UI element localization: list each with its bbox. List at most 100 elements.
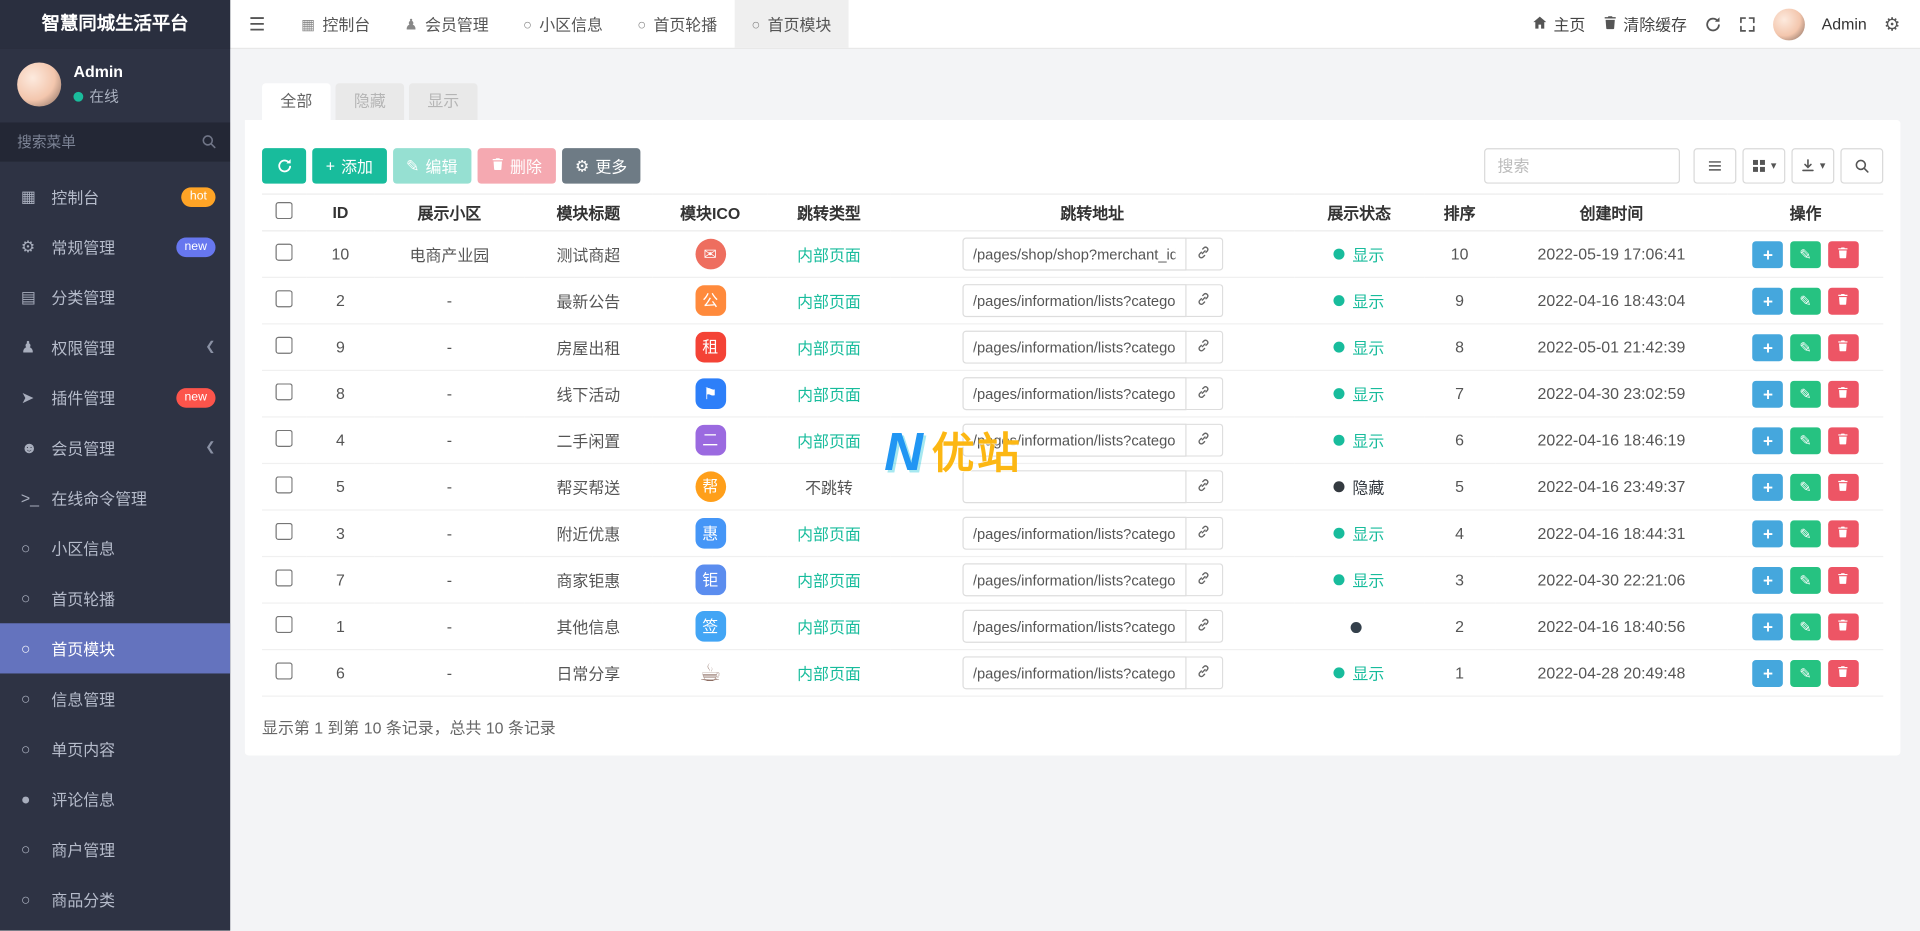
row-add-button[interactable]: + bbox=[1753, 427, 1784, 454]
column-header[interactable]: 展示状态 bbox=[1294, 194, 1424, 231]
row-checkbox[interactable] bbox=[276, 430, 293, 447]
sidebar-item[interactable]: >_ 在线命令管理 bbox=[0, 473, 230, 523]
link-button[interactable] bbox=[1186, 377, 1223, 410]
row-edit-button[interactable]: ✎ bbox=[1790, 520, 1821, 547]
topbar-tab[interactable]: ○ 首页轮播 bbox=[620, 0, 734, 48]
jump-url-input[interactable] bbox=[962, 610, 1186, 643]
more-button[interactable]: ⚙ 更多 bbox=[561, 148, 640, 184]
row-delete-button[interactable] bbox=[1828, 241, 1859, 268]
jump-url-input[interactable] bbox=[962, 377, 1186, 410]
row-edit-button[interactable]: ✎ bbox=[1790, 334, 1821, 361]
filter-tab[interactable]: 显示 bbox=[409, 83, 478, 120]
jump-url-input[interactable] bbox=[962, 424, 1186, 457]
row-add-button[interactable]: + bbox=[1753, 241, 1784, 268]
topbar-tab[interactable]: ○ 首页模块 bbox=[734, 0, 848, 48]
search-toggle-button[interactable] bbox=[1840, 148, 1883, 184]
add-button[interactable]: + 添加 bbox=[312, 148, 386, 184]
link-button[interactable] bbox=[1186, 238, 1223, 271]
refresh-icon[interactable] bbox=[1704, 15, 1721, 32]
column-header[interactable]: 操作 bbox=[1728, 194, 1884, 231]
jump-url-input[interactable] bbox=[962, 517, 1186, 550]
column-header[interactable]: 排序 bbox=[1424, 194, 1495, 231]
admin-menu[interactable]: Admin bbox=[1822, 15, 1867, 33]
row-delete-button[interactable] bbox=[1828, 659, 1859, 686]
jump-url-input[interactable] bbox=[962, 238, 1186, 271]
menu-search-input[interactable] bbox=[0, 122, 230, 161]
row-edit-button[interactable]: ✎ bbox=[1790, 427, 1821, 454]
link-button[interactable] bbox=[1186, 656, 1223, 689]
row-edit-button[interactable]: ✎ bbox=[1790, 473, 1821, 500]
columns-dropdown-button[interactable]: ▾ bbox=[1742, 148, 1785, 184]
row-edit-button[interactable]: ✎ bbox=[1790, 380, 1821, 407]
select-all-checkbox[interactable] bbox=[276, 202, 293, 219]
row-checkbox[interactable] bbox=[276, 662, 293, 679]
link-button[interactable] bbox=[1186, 563, 1223, 596]
row-add-button[interactable]: + bbox=[1753, 380, 1784, 407]
sidebar-item[interactable]: ○ 小区信息 bbox=[0, 523, 230, 573]
row-add-button[interactable]: + bbox=[1753, 613, 1784, 640]
row-edit-button[interactable]: ✎ bbox=[1790, 241, 1821, 268]
row-delete-button[interactable] bbox=[1828, 380, 1859, 407]
row-delete-button[interactable] bbox=[1828, 287, 1859, 314]
admin-avatar[interactable] bbox=[1773, 8, 1805, 40]
column-header[interactable]: 模块ICO bbox=[653, 194, 768, 231]
column-header[interactable]: 跳转地址 bbox=[890, 194, 1294, 231]
link-button[interactable] bbox=[1186, 284, 1223, 317]
sidebar-item[interactable]: ○ 商品分类 bbox=[0, 874, 230, 924]
row-edit-button[interactable]: ✎ bbox=[1790, 659, 1821, 686]
row-add-button[interactable]: + bbox=[1753, 520, 1784, 547]
row-delete-button[interactable] bbox=[1828, 334, 1859, 361]
sidebar-item[interactable]: ♟ 权限管理 ❮ bbox=[0, 322, 230, 372]
home-link[interactable]: 主页 bbox=[1531, 12, 1585, 35]
refresh-button[interactable] bbox=[262, 148, 306, 184]
link-button[interactable] bbox=[1186, 424, 1223, 457]
row-add-button[interactable]: + bbox=[1753, 566, 1784, 593]
column-header[interactable]: ID bbox=[306, 194, 375, 231]
sidebar-toggle-button[interactable]: ☰ bbox=[230, 0, 284, 48]
sidebar-item[interactable]: ○ 信息管理 bbox=[0, 673, 230, 723]
row-checkbox[interactable] bbox=[276, 244, 293, 261]
jump-url-input[interactable] bbox=[962, 284, 1186, 317]
filter-tab[interactable]: 隐藏 bbox=[336, 83, 405, 120]
row-add-button[interactable]: + bbox=[1753, 473, 1784, 500]
jump-url-input[interactable] bbox=[962, 656, 1186, 689]
sidebar-item[interactable]: ○ 首页轮播 bbox=[0, 573, 230, 623]
row-delete-button[interactable] bbox=[1828, 566, 1859, 593]
sidebar-item[interactable]: ● 评论信息 bbox=[0, 774, 230, 824]
link-button[interactable] bbox=[1186, 331, 1223, 364]
toggle-search-view-button[interactable] bbox=[1693, 148, 1736, 184]
row-add-button[interactable]: + bbox=[1753, 334, 1784, 361]
row-delete-button[interactable] bbox=[1828, 613, 1859, 640]
sidebar-item[interactable]: ▤ 分类管理 bbox=[0, 272, 230, 322]
table-search-input[interactable] bbox=[1484, 148, 1680, 184]
row-add-button[interactable]: + bbox=[1753, 287, 1784, 314]
column-header[interactable]: 创建时间 bbox=[1495, 194, 1728, 231]
row-add-button[interactable]: + bbox=[1753, 659, 1784, 686]
link-button[interactable] bbox=[1186, 470, 1223, 503]
row-delete-button[interactable] bbox=[1828, 427, 1859, 454]
fullscreen-icon[interactable] bbox=[1738, 15, 1755, 32]
topbar-tab[interactable]: ▦ 控制台 bbox=[284, 0, 387, 48]
sidebar-item[interactable]: ⚙ 常规管理 new bbox=[0, 222, 230, 272]
sidebar-item[interactable]: ○ 首页模块 bbox=[0, 623, 230, 673]
row-checkbox[interactable] bbox=[276, 616, 293, 633]
row-delete-button[interactable] bbox=[1828, 520, 1859, 547]
jump-url-input[interactable] bbox=[962, 563, 1186, 596]
row-checkbox[interactable] bbox=[276, 523, 293, 540]
settings-gear-icon[interactable]: ⚙ bbox=[1884, 13, 1900, 35]
sidebar-item[interactable]: ▦ 控制台 hot bbox=[0, 171, 230, 221]
topbar-tab[interactable]: ♟ 会员管理 bbox=[387, 0, 506, 48]
edit-button[interactable]: ✎ 编辑 bbox=[393, 148, 471, 184]
column-header[interactable]: 模块标题 bbox=[524, 194, 653, 231]
column-header[interactable]: 跳转类型 bbox=[768, 194, 890, 231]
sidebar-item[interactable]: ☻ 会员管理 ❮ bbox=[0, 422, 230, 472]
sidebar-item[interactable]: ➤ 插件管理 new bbox=[0, 372, 230, 422]
jump-url-input[interactable] bbox=[962, 470, 1186, 503]
filter-tab[interactable]: 全部 bbox=[262, 83, 331, 120]
row-checkbox[interactable] bbox=[276, 383, 293, 400]
row-checkbox[interactable] bbox=[276, 290, 293, 307]
row-edit-button[interactable]: ✎ bbox=[1790, 566, 1821, 593]
clear-cache-button[interactable]: 清除缓存 bbox=[1602, 12, 1687, 35]
column-header[interactable]: 展示小区 bbox=[375, 194, 524, 231]
jump-url-input[interactable] bbox=[962, 331, 1186, 364]
